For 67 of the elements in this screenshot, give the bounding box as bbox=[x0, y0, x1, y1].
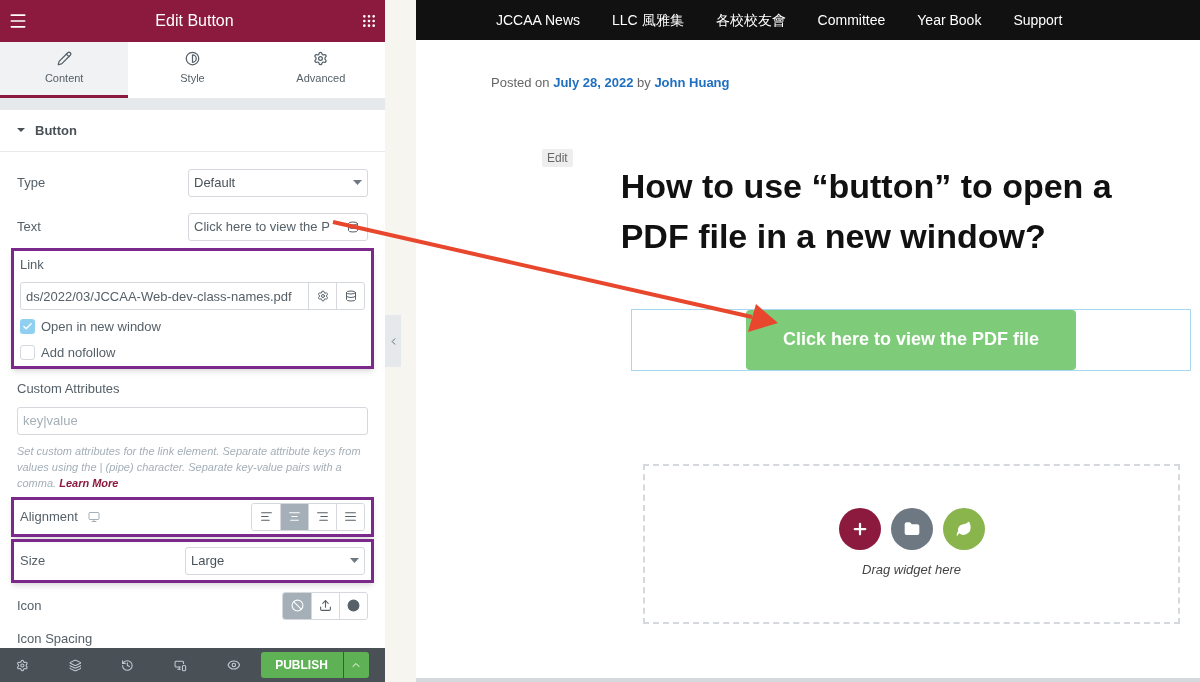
nav-link[interactable]: LLC 風雅集 bbox=[612, 9, 684, 31]
folder-icon bbox=[903, 520, 920, 537]
dropdown-caret-icon bbox=[350, 558, 359, 564]
template-library-button[interactable] bbox=[890, 507, 933, 550]
post-title: How to use “button” to open a PDF file in a new window? bbox=[620, 165, 1113, 257]
preview-icon[interactable] bbox=[226, 658, 241, 672]
apps-grid-icon[interactable] bbox=[361, 13, 377, 29]
align-left-icon bbox=[259, 510, 273, 524]
field-label: Icon Spacing bbox=[17, 629, 94, 648]
circle-icon bbox=[347, 599, 360, 613]
learn-more-link[interactable]: Learn More bbox=[59, 476, 119, 489]
dynamic-tags-icon[interactable] bbox=[344, 290, 357, 303]
layers-icon[interactable] bbox=[68, 658, 82, 672]
check-icon bbox=[22, 320, 33, 332]
field-label: Size bbox=[20, 551, 46, 570]
field-label: Type bbox=[17, 174, 46, 193]
menu-icon[interactable] bbox=[8, 11, 28, 31]
leaf-icon bbox=[955, 520, 972, 537]
publish-options-button[interactable] bbox=[343, 652, 369, 678]
panel-tab[interactable]: Content bbox=[0, 42, 129, 98]
align-justify-icon bbox=[344, 510, 357, 524]
help-text: Set custom attributes for the link element. Separate attribute keys from values using the | (pipe) character. Separate key-value pairs with a comma. Learn More bbox=[17, 443, 362, 491]
upload-icon bbox=[319, 599, 332, 613]
attributes-input-field[interactable]: key|value bbox=[17, 406, 368, 435]
select-field[interactable]: Large bbox=[185, 546, 365, 575]
pencil-icon bbox=[56, 50, 72, 66]
responsive-icon[interactable] bbox=[174, 658, 187, 672]
text-input-value: Click here to view the P bbox=[193, 218, 331, 237]
ban-icon bbox=[290, 599, 304, 613]
text-input-field[interactable]: Click here to view the P bbox=[188, 212, 368, 241]
gear-icon bbox=[313, 50, 329, 66]
add-template-button[interactable] bbox=[942, 507, 985, 550]
post-meta-label: Posted on bbox=[491, 75, 550, 90]
field-label: Alignment bbox=[20, 507, 78, 526]
nav-link[interactable]: Year Book bbox=[917, 9, 982, 31]
field-label: Custom Attributes bbox=[17, 380, 121, 399]
alignment-button[interactable] bbox=[336, 503, 364, 530]
field-label: Link bbox=[20, 255, 45, 274]
nav-link[interactable]: JCCAA News bbox=[496, 9, 581, 31]
checkbox[interactable] bbox=[20, 344, 35, 360]
section-header[interactable]: Button bbox=[0, 110, 385, 152]
author-link[interactable]: John Huang bbox=[654, 75, 730, 90]
add-section-button[interactable] bbox=[838, 507, 881, 550]
nav-link[interactable]: Committee bbox=[817, 9, 886, 31]
drop-hint: Drag widget here bbox=[862, 560, 961, 579]
checkbox-label: Open in new window bbox=[41, 317, 161, 336]
contrast-icon bbox=[185, 50, 200, 66]
panel-title: Edit Button bbox=[155, 11, 234, 31]
align-center-icon bbox=[288, 510, 301, 524]
link-input-value: ds/2022/03/JCCAA-Web-dev-class-names.pdf bbox=[25, 287, 293, 306]
history-icon[interactable] bbox=[121, 658, 135, 672]
edit-link[interactable]: Edit bbox=[542, 148, 573, 167]
post-meta-label: by bbox=[637, 75, 651, 90]
align-right-icon bbox=[316, 510, 329, 524]
field-label: Icon bbox=[17, 596, 42, 615]
post-date-link[interactable]: July 28, 2022 bbox=[553, 75, 634, 90]
dynamic-tags-icon[interactable] bbox=[347, 220, 359, 233]
icon-choice-button[interactable] bbox=[339, 592, 367, 619]
select-field[interactable]: Default bbox=[188, 168, 368, 197]
nav-link[interactable]: 各校校友會 bbox=[715, 9, 786, 31]
nav-link[interactable]: Support bbox=[1013, 9, 1063, 31]
checkbox[interactable] bbox=[20, 318, 35, 334]
settings-icon[interactable] bbox=[316, 290, 329, 303]
field-label: Text bbox=[17, 218, 41, 237]
checkbox-label: Add nofollow bbox=[41, 343, 116, 362]
dropdown-caret-icon bbox=[353, 180, 362, 186]
link-input-field[interactable]: ds/2022/03/JCCAA-Web-dev-class-names.pdf bbox=[20, 282, 365, 311]
